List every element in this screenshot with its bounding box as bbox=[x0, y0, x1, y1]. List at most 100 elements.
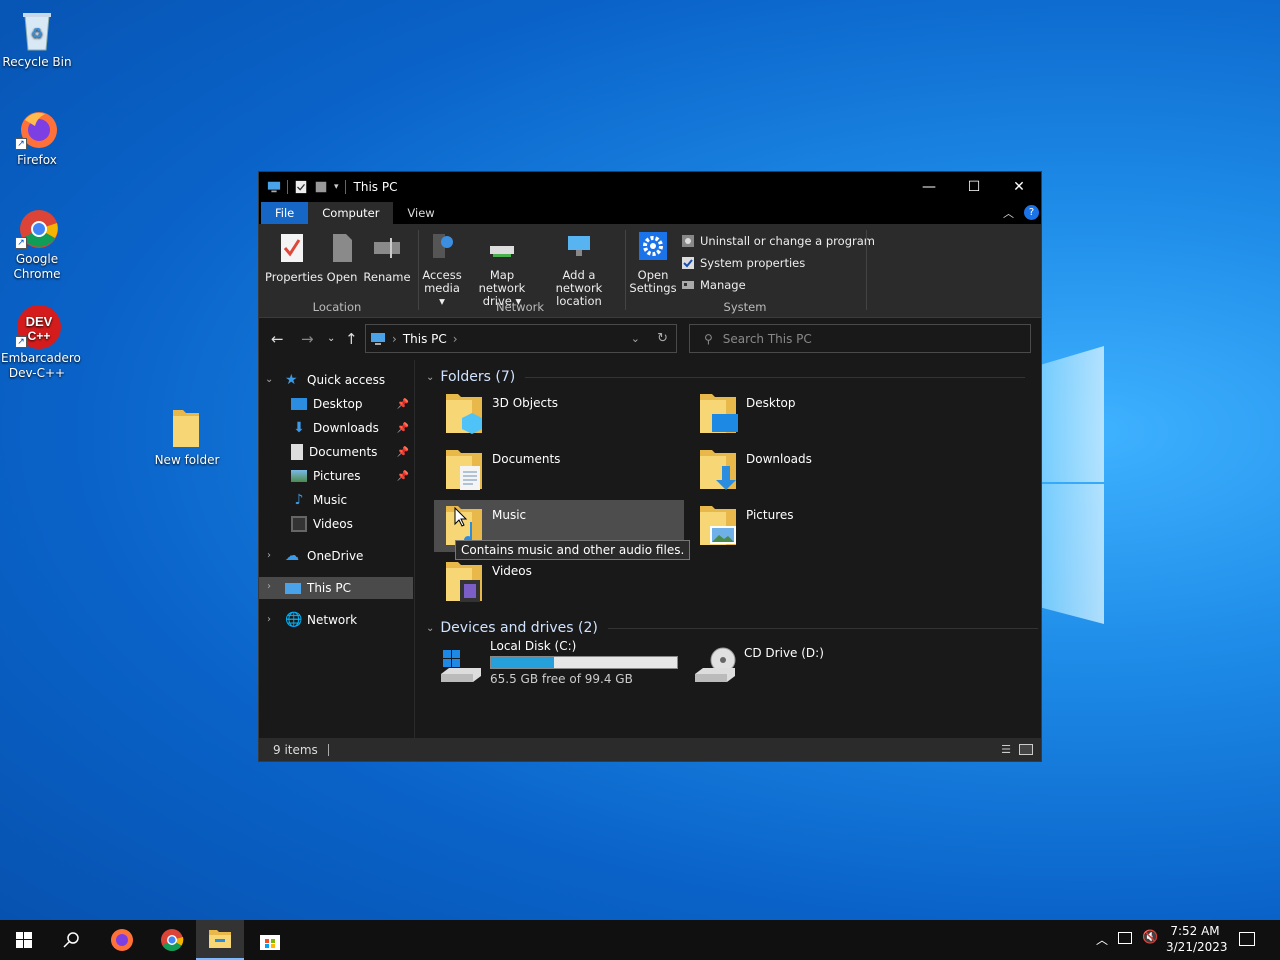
minimize-button[interactable]: — bbox=[906, 172, 952, 202]
windows-wallpaper-logo bbox=[1040, 338, 1106, 624]
tab-view[interactable]: View bbox=[393, 202, 448, 224]
large-icons-view-icon[interactable] bbox=[1019, 744, 1033, 755]
title-bar[interactable]: ▾ This PC — ☐ ✕ bbox=[259, 172, 1041, 202]
ribbon-group-network: Network bbox=[495, 300, 545, 314]
taskbar-firefox[interactable] bbox=[98, 920, 146, 960]
desktop-icon-firefox[interactable]: ↗ Firefox bbox=[0, 106, 74, 168]
tab-file[interactable]: File bbox=[261, 202, 309, 224]
notifications-icon[interactable] bbox=[1239, 932, 1255, 946]
music-note-icon: ♪ bbox=[294, 492, 304, 508]
uninstall-program-button[interactable]: Uninstall or change a program bbox=[681, 234, 875, 248]
details-view-icon[interactable]: ☰ bbox=[1001, 743, 1011, 756]
rename-button[interactable]: Rename bbox=[363, 232, 411, 284]
search-input[interactable]: ⚲ Search This PC bbox=[689, 324, 1031, 353]
nav-music[interactable]: ♪ Music bbox=[259, 489, 413, 511]
nav-downloads[interactable]: ⬇ Downloads 📌 bbox=[259, 417, 413, 439]
collapse-ribbon-icon[interactable]: ︿ bbox=[1003, 205, 1014, 221]
desktop-icon-chrome[interactable]: ↗ Google Chrome bbox=[0, 205, 74, 282]
folder-documents[interactable]: Documents bbox=[434, 444, 684, 496]
tab-computer[interactable]: Computer bbox=[308, 202, 394, 224]
folder-3d-objects[interactable]: 3D Objects bbox=[434, 388, 684, 440]
nav-pictures[interactable]: Pictures 📌 bbox=[259, 465, 413, 487]
taskbar-microsoft-store[interactable] bbox=[246, 920, 294, 960]
add-network-location-button[interactable]: Add a network location bbox=[539, 230, 619, 308]
videos-folder-icon bbox=[446, 562, 482, 602]
item-count: 9 items bbox=[273, 742, 318, 757]
help-icon[interactable]: ? bbox=[1024, 205, 1039, 220]
navigation-pane: ⌄ ★ Quick access Desktop 📌 ⬇ Downloads 📌… bbox=[259, 360, 415, 739]
network-status-icon[interactable] bbox=[1118, 932, 1132, 944]
search-icon bbox=[63, 932, 79, 948]
open-icon bbox=[333, 234, 352, 262]
system-clock[interactable]: 7:52 AM 3/21/2023 bbox=[1166, 923, 1228, 955]
system-properties-button[interactable]: System properties bbox=[681, 256, 805, 270]
maximize-button[interactable]: ☐ bbox=[951, 172, 997, 202]
volume-muted-icon[interactable]: 🔇 bbox=[1142, 930, 1158, 945]
forward-button[interactable]: → bbox=[301, 330, 314, 348]
drive-cd-d[interactable]: CD Drive (D:) bbox=[688, 640, 938, 692]
breadcrumb-separator: › bbox=[392, 331, 397, 346]
desktop-icon-devcpp[interactable]: DEV C++ ↗ Embarcadero Dev-C++ bbox=[0, 304, 81, 381]
folder-icon bbox=[165, 406, 209, 450]
pin-icon: 📌 bbox=[396, 398, 409, 410]
pictures-folder-icon bbox=[700, 506, 736, 545]
open-settings-button[interactable]: Open Settings bbox=[629, 230, 677, 295]
address-dropdown-chevron-icon[interactable]: ⌄ bbox=[631, 332, 640, 345]
desktop-icon-new-folder[interactable]: New folder bbox=[150, 406, 224, 468]
nav-documents[interactable]: Documents 📌 bbox=[259, 441, 413, 463]
show-hidden-icons-chevron-icon[interactable]: ︿ bbox=[1096, 931, 1108, 948]
desktop-icon-label: Google Chrome bbox=[13, 252, 61, 281]
search-button[interactable] bbox=[48, 920, 96, 960]
taskbar-file-explorer[interactable] bbox=[196, 920, 244, 960]
customize-quick-access-icon[interactable]: ▾ bbox=[334, 182, 339, 192]
desktop-icon-label: Embarcadero Dev-C++ bbox=[1, 351, 81, 380]
desktop-icon-recycle-bin[interactable]: ♻ Recycle Bin bbox=[0, 8, 74, 70]
this-pc-icon bbox=[267, 181, 281, 193]
access-media-button[interactable]: Access media ▾ bbox=[421, 230, 463, 308]
properties-button[interactable]: Properties bbox=[265, 232, 323, 284]
downloads-folder-icon bbox=[700, 450, 736, 490]
taskbar: ︿ 🔇 7:52 AM 3/21/2023 bbox=[0, 920, 1280, 960]
star-icon: ★ bbox=[285, 372, 298, 388]
drive-local-disk-c[interactable]: Local Disk (C:) 65.5 GB free of 99.4 GB bbox=[434, 639, 686, 692]
ribbon-group-system: System bbox=[723, 300, 767, 314]
folder-videos[interactable]: Videos bbox=[434, 556, 684, 608]
this-pc-icon bbox=[371, 332, 385, 345]
start-button[interactable] bbox=[0, 920, 48, 960]
devices-group-header[interactable]: ⌄ Devices and drives (2) bbox=[426, 620, 1038, 636]
manage-icon bbox=[682, 281, 694, 289]
open-button[interactable]: Open bbox=[323, 232, 361, 284]
taskbar-chrome[interactable] bbox=[148, 920, 196, 960]
manage-button[interactable]: Manage bbox=[681, 278, 746, 292]
refresh-icon[interactable]: ↻ bbox=[657, 331, 668, 346]
folder-pictures[interactable]: Pictures bbox=[688, 500, 938, 552]
folder-desktop[interactable]: Desktop bbox=[688, 388, 938, 440]
ribbon-tabs: File Computer View ︿ ? bbox=[259, 202, 1041, 224]
properties-quick-icon[interactable] bbox=[294, 180, 308, 194]
svg-text:DEV: DEV bbox=[26, 314, 53, 329]
close-button[interactable]: ✕ bbox=[996, 172, 1042, 202]
recycle-bin-icon: ♻ bbox=[15, 8, 59, 52]
expand-chevron-icon[interactable]: › bbox=[267, 581, 271, 592]
network-icon: 🌐 bbox=[285, 612, 303, 628]
nav-onedrive[interactable]: ☁ OneDrive bbox=[259, 545, 413, 567]
nav-quick-access[interactable]: ★ Quick access bbox=[259, 369, 413, 391]
nav-videos[interactable]: Videos bbox=[259, 513, 413, 535]
svg-text:C++: C++ bbox=[28, 329, 51, 343]
chrome-icon bbox=[161, 929, 184, 951]
address-bar[interactable]: › This PC › ⌄ ↻ bbox=[365, 324, 677, 353]
new-folder-quick-icon[interactable] bbox=[314, 180, 328, 194]
nav-this-pc[interactable]: › This PC bbox=[259, 577, 413, 599]
nav-desktop[interactable]: Desktop 📌 bbox=[259, 393, 413, 415]
map-network-drive-button[interactable]: Map network drive ▾ bbox=[465, 230, 539, 308]
pin-icon: 📌 bbox=[396, 422, 409, 434]
tooltip: Contains music and other audio files. bbox=[455, 540, 691, 560]
back-button[interactable]: ← bbox=[271, 330, 284, 348]
breadcrumb-this-pc[interactable]: This PC bbox=[403, 332, 447, 346]
up-button[interactable]: ↑ bbox=[345, 330, 358, 348]
folder-downloads[interactable]: Downloads bbox=[688, 444, 938, 496]
ribbon-group-location: Location bbox=[312, 300, 362, 314]
nav-network[interactable]: 🌐 Network bbox=[259, 609, 413, 631]
recent-locations-chevron-icon[interactable]: ⌄ bbox=[327, 333, 335, 344]
folders-group-header[interactable]: ⌄ Folders (7) bbox=[426, 369, 1026, 385]
